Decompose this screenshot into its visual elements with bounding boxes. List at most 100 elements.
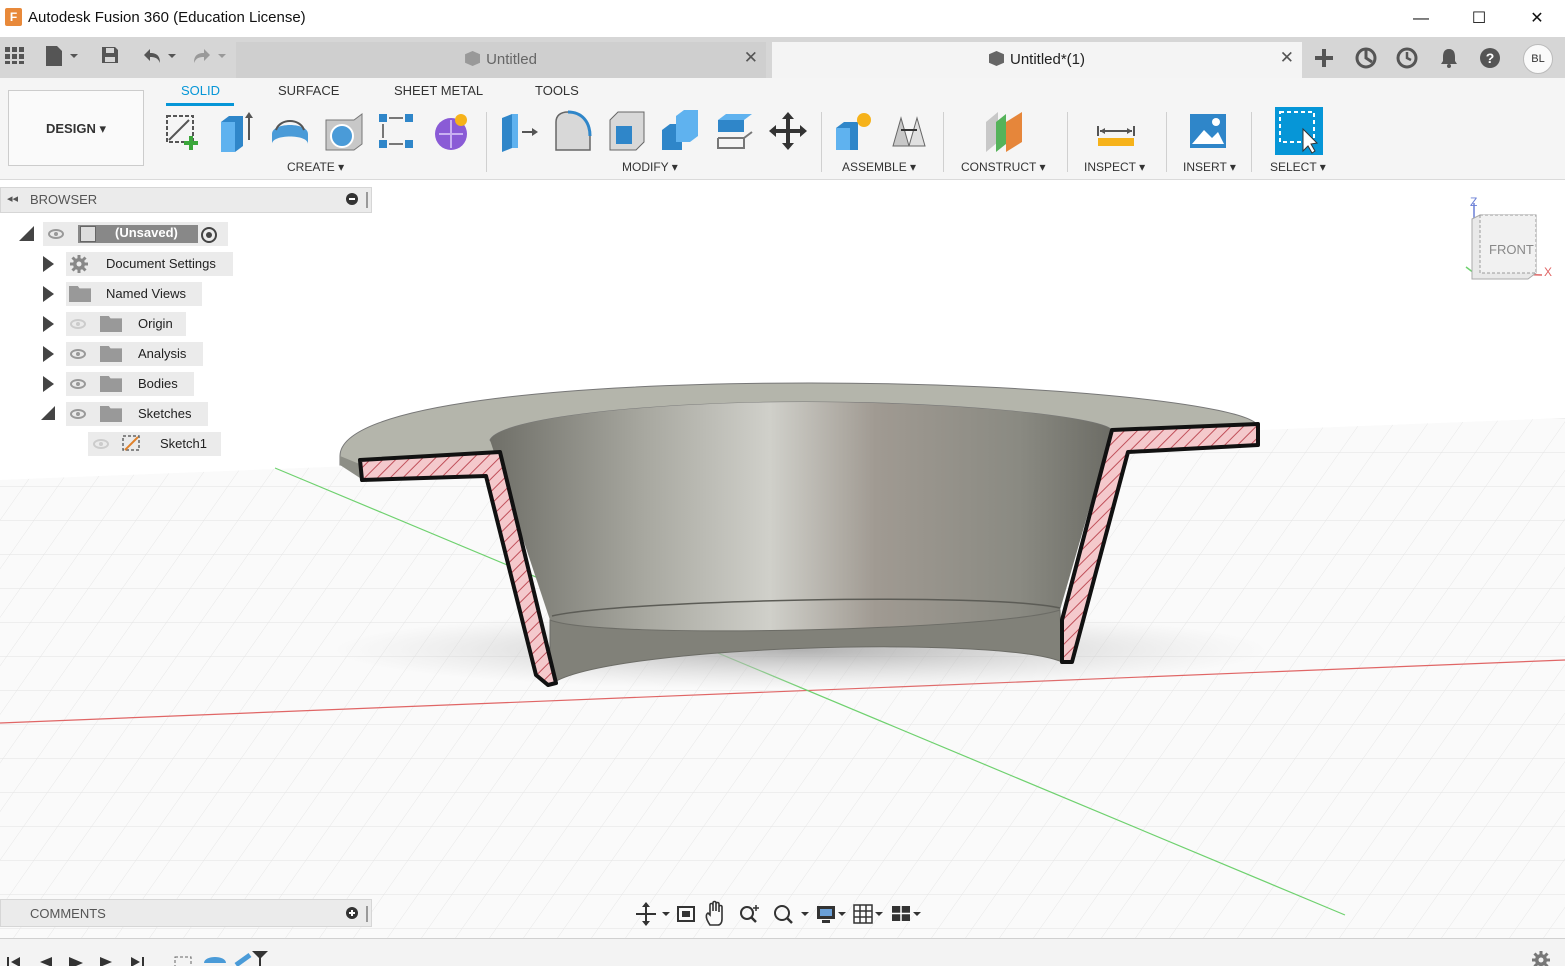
close-window-button[interactable]: ✕ (1508, 0, 1565, 37)
browser-item-label: Analysis (138, 346, 187, 361)
document-tab-untitled[interactable]: Untitled ✕ (236, 42, 766, 78)
component-icon (465, 51, 481, 66)
minimize-button[interactable]: — (1392, 0, 1450, 37)
group-label-assemble[interactable]: ASSEMBLE ▾ (842, 160, 916, 174)
help-icon[interactable]: ? (1476, 44, 1504, 72)
viewcube[interactable]: Z X FRONT (1462, 195, 1557, 290)
browser-item-label: Sketches (138, 406, 192, 421)
expand-arrow-icon[interactable] (43, 376, 54, 392)
viewcube-front-face[interactable]: FRONT (1489, 242, 1534, 257)
timeline-revolve-feature-icon[interactable] (204, 957, 226, 963)
add-comment-icon[interactable] (346, 907, 358, 919)
create-sketch-icon[interactable] (163, 110, 203, 152)
tab-sheet-metal[interactable]: SHEET METAL (394, 83, 483, 98)
group-divider (821, 112, 822, 172)
browser-item-label: Sketch1 (160, 436, 207, 451)
group-label-inspect[interactable]: INSPECT ▾ (1084, 160, 1145, 174)
group-label-create[interactable]: CREATE ▾ (287, 160, 344, 174)
shell-icon[interactable] (606, 110, 646, 152)
component-icon (80, 226, 96, 242)
fit-zoom-icon[interactable] (774, 905, 809, 924)
viewports-icon[interactable] (892, 906, 921, 921)
3d-viewport-canvas[interactable] (0, 180, 1565, 940)
undo-icon[interactable] (140, 45, 180, 69)
close-tab-button[interactable]: ✕ (744, 48, 758, 68)
combine-icon[interactable] (660, 110, 700, 152)
expand-arrow-icon[interactable] (19, 226, 34, 241)
document-tab-untitled-1[interactable]: Untitled*(1) ✕ (772, 42, 1302, 78)
timeline-marker-icon[interactable] (252, 951, 268, 966)
expand-arrow-icon[interactable] (43, 346, 54, 362)
insert-canvas-image-icon[interactable] (1188, 110, 1228, 152)
create-form-icon[interactable] (431, 110, 471, 152)
maximize-button[interactable]: ☐ (1450, 0, 1508, 37)
hole-icon[interactable] (324, 110, 364, 152)
navigation-toolbar (630, 899, 930, 929)
new-component-icon[interactable] (834, 110, 874, 152)
joint-icon[interactable] (889, 110, 929, 152)
press-pull-icon[interactable] (498, 110, 538, 152)
collapse-arrow-icon[interactable] (41, 406, 55, 420)
timeline-section-feature-icon[interactable] (234, 952, 252, 966)
group-label-select[interactable]: SELECT ▾ (1270, 160, 1326, 174)
minimize-panel-icon[interactable] (346, 193, 358, 205)
look-at-icon[interactable] (677, 906, 695, 922)
grid-snaps-icon[interactable] (853, 904, 883, 924)
move-copy-icon[interactable] (768, 110, 808, 152)
hidden-eye-icon[interactable] (93, 439, 109, 449)
visibility-eye-icon[interactable] (70, 409, 86, 419)
extensions-icon[interactable] (1352, 44, 1380, 72)
pattern-icon[interactable] (377, 110, 417, 152)
timeline-bar (0, 938, 1565, 966)
pan-hand-icon[interactable] (705, 900, 723, 926)
group-label-construct[interactable]: CONSTRUCT ▾ (961, 160, 1045, 174)
collapse-panel-icon[interactable]: ◂◂ (7, 192, 18, 205)
visibility-eye-icon[interactable] (48, 229, 64, 239)
measure-icon[interactable] (1096, 110, 1136, 152)
panel-resize-handle[interactable] (366, 192, 368, 208)
group-label-insert[interactable]: INSERT ▾ (1183, 160, 1236, 174)
workspace-switcher-button[interactable]: DESIGN ▾ (8, 90, 144, 166)
timeline-last-icon[interactable] (131, 957, 144, 966)
new-tab-plus-icon[interactable] (1310, 44, 1338, 72)
select-tool-icon[interactable] (1275, 107, 1323, 155)
timeline-previous-icon[interactable] (40, 957, 52, 966)
fillet-icon[interactable] (552, 110, 592, 152)
activate-radio-icon[interactable] (201, 227, 217, 243)
timeline-sketch-feature-icon[interactable] (174, 956, 192, 966)
browser-item-label: Bodies (138, 376, 178, 391)
job-status-clock-icon[interactable] (1393, 44, 1421, 72)
zoom-icon[interactable] (740, 905, 759, 923)
close-tab-button[interactable]: ✕ (1280, 48, 1294, 68)
panel-resize-handle[interactable] (366, 906, 368, 922)
visibility-eye-icon[interactable] (70, 349, 86, 359)
offset-plane-icon[interactable] (984, 110, 1024, 152)
expand-arrow-icon[interactable] (43, 286, 54, 302)
notifications-bell-icon[interactable] (1435, 44, 1463, 72)
tab-solid[interactable]: SOLID (181, 83, 220, 98)
expand-arrow-icon[interactable] (43, 256, 54, 272)
redo-icon[interactable] (190, 45, 230, 69)
browser-item-label: Document Settings (106, 256, 216, 271)
visibility-eye-icon[interactable] (70, 379, 86, 389)
offset-face-icon[interactable] (714, 110, 754, 152)
orbit-icon[interactable] (636, 902, 670, 926)
file-menu-icon[interactable] (44, 45, 80, 69)
save-icon[interactable] (100, 45, 120, 69)
group-label-modify[interactable]: MODIFY ▾ (622, 160, 678, 174)
display-settings-icon[interactable] (817, 906, 846, 923)
extrude-icon[interactable] (217, 110, 257, 152)
timeline-settings-gear-icon[interactable] (1530, 949, 1552, 966)
timeline-first-icon[interactable] (7, 957, 20, 966)
timeline-play-icon[interactable] (69, 957, 83, 966)
data-panel-grid-icon[interactable] (4, 45, 24, 69)
tab-label: Untitled (486, 51, 537, 68)
user-avatar[interactable]: BL (1523, 44, 1553, 74)
hidden-eye-icon[interactable] (70, 319, 86, 329)
expand-arrow-icon[interactable] (43, 316, 54, 332)
tab-surface[interactable]: SURFACE (278, 83, 339, 98)
title-bar: F Autodesk Fusion 360 (Education License… (0, 0, 1565, 37)
tab-tools[interactable]: TOOLS (535, 83, 579, 98)
revolve-icon[interactable] (270, 110, 310, 152)
timeline-next-icon[interactable] (100, 957, 112, 966)
